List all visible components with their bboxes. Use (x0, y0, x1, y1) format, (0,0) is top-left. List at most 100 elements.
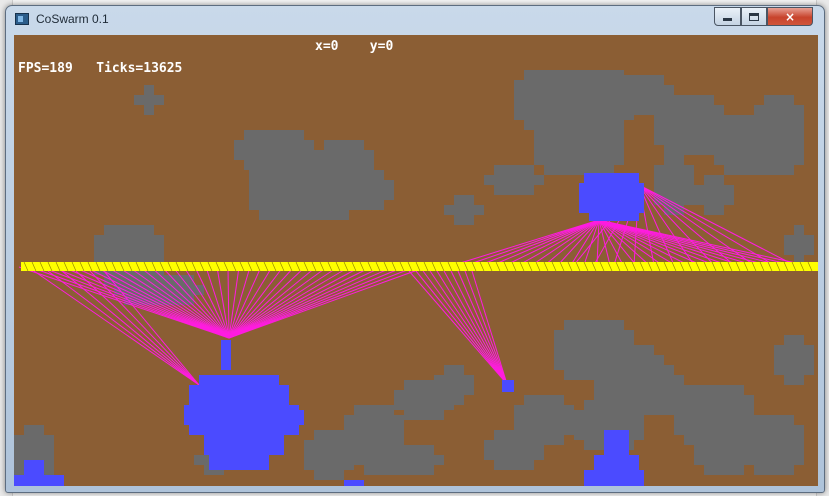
rock-cell (754, 105, 804, 115)
swarm-cell (584, 173, 639, 183)
rock-cell (744, 435, 804, 445)
rock-cell (344, 180, 394, 190)
swarm-cell (189, 425, 299, 435)
rock-cell (314, 150, 374, 160)
rock-cell (234, 140, 314, 150)
rock-cell (694, 195, 734, 205)
rock-cell (314, 430, 344, 440)
rock-cell (404, 410, 444, 420)
rock-cell (444, 205, 484, 215)
close-button[interactable]: × (767, 7, 813, 26)
rock-cell (314, 160, 374, 170)
rock-cell (144, 85, 154, 95)
swarm-cell (579, 183, 644, 213)
rock-cell (514, 415, 574, 425)
rock-cell (774, 345, 814, 355)
rock-cell (454, 215, 474, 225)
rock-cell (624, 355, 664, 365)
swarm-cell (294, 410, 304, 425)
rock-cell (514, 405, 574, 415)
swarm-cell (189, 385, 289, 405)
rock-cell (754, 415, 794, 425)
x-coordinate: x=0 (315, 39, 339, 54)
rock-cell (354, 170, 384, 180)
rock-cell (774, 355, 814, 365)
rock-cell (354, 200, 384, 210)
rock-cell (304, 460, 354, 470)
rock-cell (94, 235, 164, 245)
maximize-button[interactable] (741, 7, 767, 26)
rock-cell (664, 155, 684, 165)
rock-cell (744, 425, 804, 435)
rock-cell (14, 445, 54, 455)
rock-cell (494, 460, 534, 470)
rock-cell (534, 135, 624, 145)
swarm-cell (502, 380, 514, 392)
rock-cell (754, 145, 804, 155)
rock-cell (314, 470, 344, 480)
rock-cell (484, 440, 544, 450)
rock-cell (704, 465, 744, 475)
ticks-counter: Ticks=13625 (96, 61, 183, 76)
rock-cell (544, 115, 614, 125)
rock-cell (754, 155, 804, 165)
rock-cell (104, 225, 154, 235)
rock-cell (354, 405, 394, 415)
rock-cell (434, 375, 474, 385)
title-bar[interactable]: CoSwarm 0.1 × (6, 6, 824, 34)
swarm-cell (344, 480, 364, 486)
rock-cell (634, 395, 654, 405)
rock-cell (784, 335, 804, 345)
rock-cell (484, 175, 544, 185)
rock-cell (94, 245, 164, 255)
rock-cell (654, 165, 694, 175)
swarm-cell (199, 375, 279, 385)
rock-cell (674, 395, 754, 405)
rock-cell (654, 135, 724, 145)
swarm-cell (209, 455, 269, 470)
rock-cell (249, 200, 359, 210)
rock-cell (754, 125, 804, 135)
rock-cell (344, 190, 394, 200)
rock-cell (434, 385, 474, 395)
rock-cell (664, 145, 714, 155)
rock-cell (704, 175, 724, 185)
rock-cell (634, 345, 654, 355)
game-canvas[interactable]: x=0 y=0 FPS=189 Ticks=13625 (14, 35, 818, 486)
rock-cell (764, 165, 794, 175)
rock-cell (574, 420, 644, 430)
rock-cell (554, 350, 634, 360)
rock-cell (784, 375, 804, 385)
rock-cell (784, 235, 814, 245)
rock-cell (524, 70, 624, 80)
maximize-icon (749, 12, 759, 21)
rock-cell (494, 185, 534, 195)
rock-cell (794, 225, 804, 235)
minimize-button[interactable] (714, 7, 741, 26)
rock-cell (664, 95, 714, 105)
rock-cell (304, 450, 354, 460)
rock-cell (654, 185, 694, 195)
close-icon: × (784, 9, 796, 24)
rock-cell (744, 455, 804, 465)
rock-cell (564, 320, 624, 330)
rock-cell (724, 165, 764, 175)
rock-cell (354, 455, 444, 465)
swarm-cell (584, 470, 644, 486)
rock-cell (554, 330, 634, 340)
rock-cell (454, 195, 474, 205)
fps-counter: FPS=189 (18, 61, 73, 76)
rock-cell (259, 210, 349, 220)
rock-cell (304, 440, 354, 450)
rock-cell (364, 465, 434, 475)
rock-cell (704, 435, 744, 445)
window-title: CoSwarm 0.1 (36, 12, 109, 26)
rock-cell (554, 340, 634, 350)
rock-cell (144, 105, 154, 115)
swarm-cell (589, 213, 639, 221)
rock-cell (614, 85, 674, 95)
swarm-cell (204, 435, 284, 455)
rock-cell (344, 415, 404, 425)
rock-cell (134, 95, 164, 105)
rock-cell (574, 410, 644, 420)
